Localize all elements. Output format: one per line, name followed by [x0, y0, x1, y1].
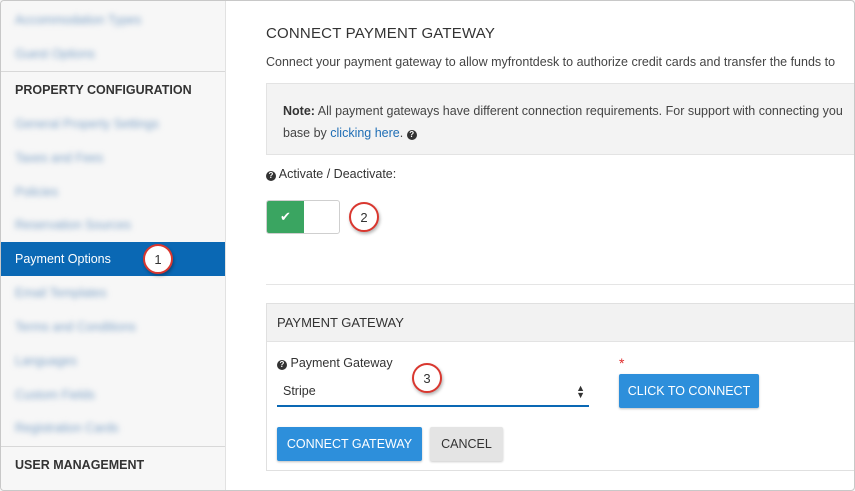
sidebar-item-email-templates[interactable]: Email Templates — [1, 276, 225, 310]
select-arrows-icon: ▲ ▼ — [576, 383, 585, 400]
check-icon: ✔ — [267, 201, 304, 233]
page-description: Connect your payment gateway to allow my… — [266, 55, 836, 69]
activate-toggle[interactable]: ✔ — [266, 200, 340, 234]
sidebar-item-custom-fields[interactable]: Custom Fields — [1, 378, 225, 412]
question-icon[interactable]: ? — [266, 171, 276, 181]
note-text-suffix: . — [399, 126, 404, 140]
sidebar: Accommodation Types Guest Options PROPER… — [1, 1, 226, 490]
activate-label: Activate / Deactivate: — [278, 167, 397, 181]
activate-label-row: ? Activate / Deactivate: — [266, 167, 396, 181]
connect-gateway-button[interactable]: CONNECT GATEWAY — [277, 427, 422, 461]
note-text: All payment gateways have different conn… — [317, 104, 843, 118]
sidebar-item-languages[interactable]: Languages — [1, 344, 225, 378]
question-icon[interactable]: ? — [277, 360, 287, 370]
payment-gateway-label-row: ? Payment Gateway — [277, 356, 393, 370]
cancel-button[interactable]: CANCEL — [430, 427, 503, 461]
help-link[interactable]: clicking here — [330, 126, 399, 140]
sidebar-item-registration-cards[interactable]: Registration Cards — [1, 411, 225, 445]
sidebar-item-payment-options[interactable]: Payment Options — [1, 242, 225, 276]
sidebar-item-policies[interactable]: Policies — [1, 175, 225, 209]
callout-1: 1 — [143, 244, 173, 274]
callout-2: 2 — [349, 202, 379, 232]
section-divider — [266, 284, 854, 285]
panel-title: PAYMENT GATEWAY — [267, 304, 854, 342]
selected-gateway: Stripe — [283, 384, 316, 398]
page-title: CONNECT PAYMENT GATEWAY — [266, 25, 496, 42]
section-header-user-management: USER MANAGEMENT — [1, 446, 225, 482]
note-text-prefix: base by — [283, 126, 331, 140]
required-asterisk: * — [619, 355, 625, 371]
app-window: Accommodation Types Guest Options PROPER… — [0, 0, 855, 491]
sidebar-item-terms[interactable]: Terms and Conditions — [1, 310, 225, 344]
note-box: Note: All payment gateways have differen… — [266, 83, 854, 155]
sidebar-item-taxes[interactable]: Taxes and Fees — [1, 141, 225, 175]
sidebar-item-guest-options[interactable]: Guest Options — [1, 37, 225, 71]
help-icon[interactable]: ? — [406, 130, 417, 140]
callout-3: 3 — [412, 363, 442, 393]
sidebar-item-general-settings[interactable]: General Property Settings — [1, 107, 225, 141]
section-header-property-configuration: PROPERTY CONFIGURATION — [1, 71, 225, 107]
main-content: CONNECT PAYMENT GATEWAY Connect your pay… — [227, 1, 854, 490]
note-bold-label: Note: — [283, 104, 315, 118]
click-to-connect-button[interactable]: CLICK TO CONNECT — [619, 374, 759, 408]
payment-gateway-label: Payment Gateway — [290, 356, 393, 370]
payment-gateway-panel: PAYMENT GATEWAY ? Payment Gateway Stripe… — [266, 303, 854, 471]
sidebar-item-accommodation-types[interactable]: Accommodation Types — [1, 3, 225, 37]
sidebar-item-reservation-sources[interactable]: Reservation Sources — [1, 208, 225, 242]
